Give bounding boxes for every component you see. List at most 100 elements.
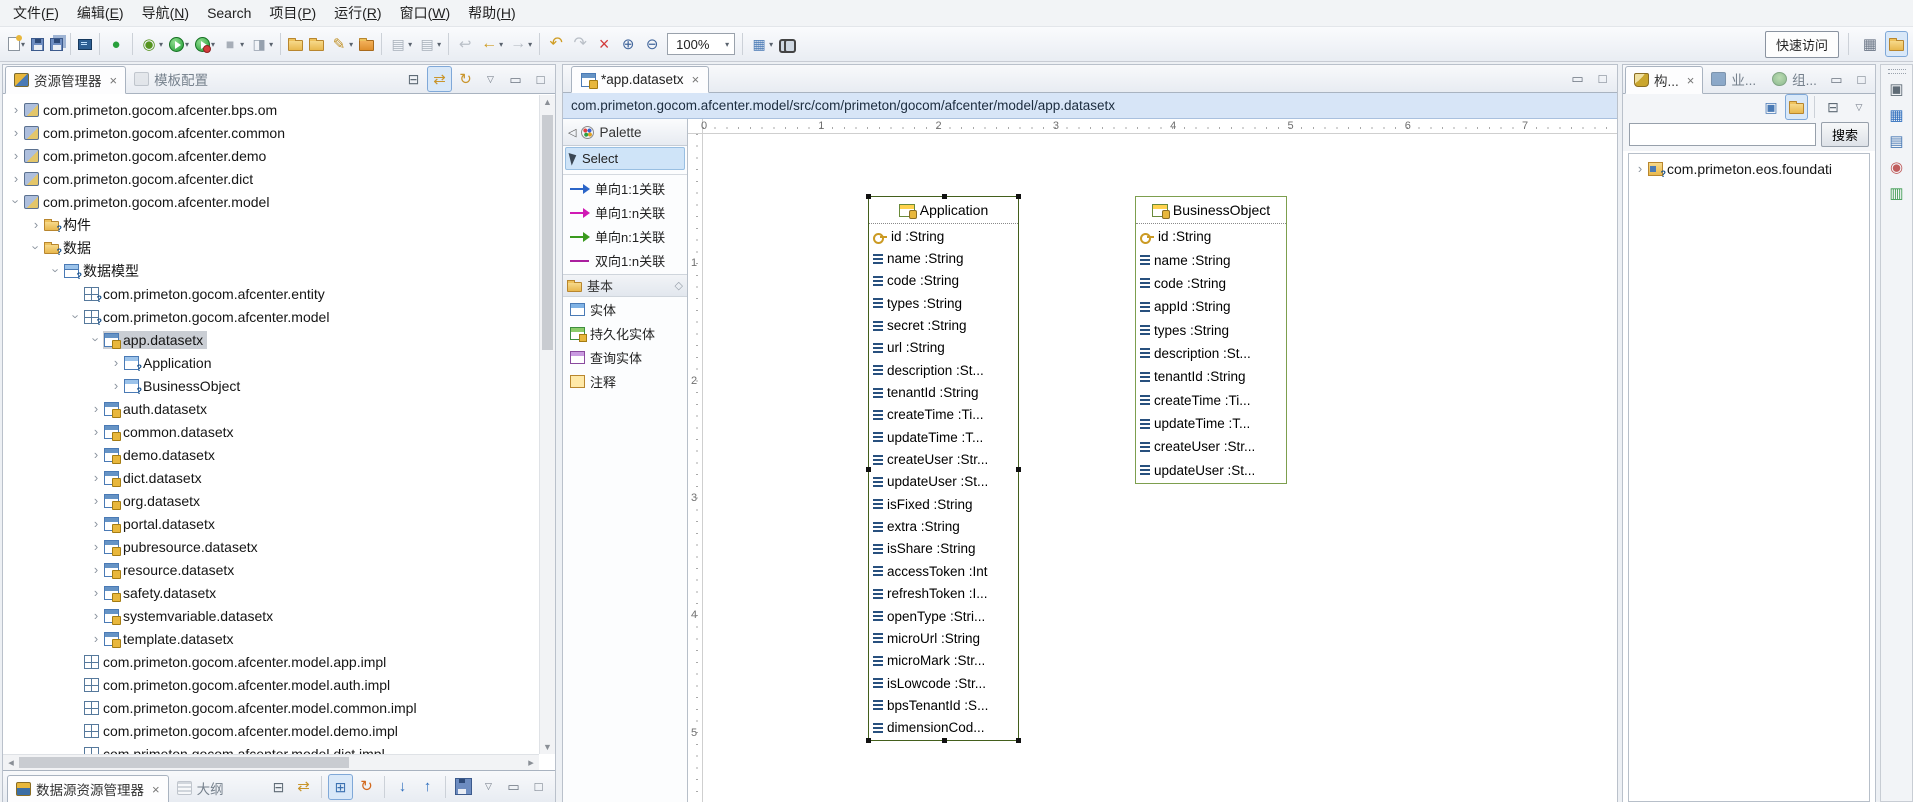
open-folder-icon[interactable] xyxy=(306,31,327,57)
debug-icon[interactable]: ◉▾ xyxy=(137,31,166,57)
menu-item[interactable]: 帮助(H) xyxy=(459,0,524,26)
resize-handle[interactable] xyxy=(942,738,947,743)
open-perspective-icon[interactable]: ▦ xyxy=(1858,31,1882,57)
expander-icon[interactable]: › xyxy=(90,333,103,347)
close-icon[interactable]: × xyxy=(152,782,160,797)
resize-handle[interactable] xyxy=(942,194,947,199)
expander-icon[interactable]: › xyxy=(9,126,23,139)
expander-icon[interactable]: › xyxy=(70,310,83,324)
expander-icon[interactable]: › xyxy=(89,402,103,415)
deploy-icon[interactable]: ✎▾ xyxy=(327,31,356,57)
prev-annotation-icon[interactable]: ▤▾ xyxy=(415,31,444,57)
expander-icon[interactable]: › xyxy=(109,356,123,369)
minimize-icon[interactable]: ▭ xyxy=(502,774,525,800)
entity-header[interactable]: Application xyxy=(869,197,1018,224)
entity-application[interactable]: Applicationid :Stringname :Stringcode :S… xyxy=(868,196,1019,741)
attribute-row[interactable]: name :String xyxy=(1136,248,1286,271)
undo-icon[interactable]: ↶ xyxy=(544,31,568,57)
expander-icon[interactable]: › xyxy=(89,517,103,530)
attribute-row[interactable]: extra :String xyxy=(869,515,1018,537)
expander-icon[interactable]: › xyxy=(89,586,103,599)
zoom-out-icon[interactable]: ⊖ xyxy=(640,31,664,57)
tree-item[interactable]: ›构件 xyxy=(3,213,539,236)
profile-icon[interactable]: ◨▾ xyxy=(247,31,276,57)
attribute-row[interactable]: code :String xyxy=(1136,272,1286,295)
tree-item[interactable]: ›portal.datasetx xyxy=(3,512,539,535)
palette-tool-persist[interactable]: 持久化实体 xyxy=(565,322,685,345)
expander-icon[interactable]: › xyxy=(89,609,103,622)
tree-item[interactable]: ›resource.datasetx xyxy=(3,558,539,581)
import-icon[interactable]: ↓ xyxy=(391,774,414,800)
tree-item[interactable]: ›dict.datasetx xyxy=(3,466,539,489)
tree-item[interactable]: com.primeton.gocom.afcenter.model.auth.i… xyxy=(3,673,539,696)
dropdown-arrow-icon[interactable]: ▾ xyxy=(725,40,729,49)
attribute-row[interactable]: accessToken :Int xyxy=(869,560,1018,582)
last-edit-location-icon[interactable]: ↩ xyxy=(453,31,477,57)
expander-icon[interactable]: › xyxy=(30,241,43,255)
search-button[interactable]: 搜索 xyxy=(1821,122,1869,147)
attribute-row[interactable]: updateTime :T... xyxy=(1136,412,1286,435)
attribute-row[interactable]: tenantId :String xyxy=(869,381,1018,403)
expander-icon[interactable]: › xyxy=(89,425,103,438)
dropdown-arrow-icon[interactable]: ▾ xyxy=(349,40,353,49)
attribute-row[interactable]: id :String xyxy=(869,225,1018,247)
delete-icon[interactable]: × xyxy=(592,31,616,57)
dropdown-arrow-icon[interactable]: ▾ xyxy=(528,40,532,49)
expander-icon[interactable]: › xyxy=(29,218,43,231)
attribute-row[interactable]: createTime :Ti... xyxy=(1136,389,1286,412)
new-icon[interactable]: ▾ xyxy=(5,31,28,57)
menu-item[interactable]: 导航(N) xyxy=(133,0,198,26)
dropdown-arrow-icon[interactable]: ▾ xyxy=(185,40,189,49)
attribute-row[interactable]: isShare :String xyxy=(869,538,1018,560)
run-icon[interactable]: ▾ xyxy=(166,31,192,57)
tree-item[interactable]: ›Application xyxy=(3,351,539,374)
scroll-left-icon[interactable]: ◂ xyxy=(3,756,19,769)
tree-item[interactable]: com.primeton.gocom.afcenter.entity xyxy=(3,282,539,305)
attribute-row[interactable]: dimensionCod... xyxy=(869,717,1018,739)
tree-item[interactable]: ›com.primeton.gocom.afcenter.dict xyxy=(3,167,539,190)
dropdown-arrow-icon[interactable]: ▾ xyxy=(269,40,273,49)
expander-icon[interactable]: › xyxy=(89,494,103,507)
collapse-all-icon[interactable]: ⊟ xyxy=(402,66,425,92)
back-icon[interactable]: ←▾ xyxy=(477,31,506,57)
view-tab[interactable]: 模板配置 xyxy=(126,65,216,93)
palette-tool-note[interactable]: 注释 xyxy=(565,370,685,393)
attribute-row[interactable]: code :String xyxy=(869,270,1018,292)
palette-tool-relation[interactable]: 单向1:n关联 xyxy=(565,201,685,224)
dropdown-arrow-icon[interactable]: ▾ xyxy=(211,40,215,49)
expander-icon[interactable]: › xyxy=(9,149,23,162)
tree-item[interactable]: ›com.primeton.gocom.afcenter.demo xyxy=(3,144,539,167)
scrollbar-thumb[interactable] xyxy=(19,757,349,768)
resize-handle[interactable] xyxy=(1016,194,1021,199)
search-input[interactable] xyxy=(1629,123,1816,146)
dropdown-arrow-icon[interactable]: ▾ xyxy=(499,40,503,49)
resize-handle[interactable] xyxy=(1016,738,1021,743)
palette-tool-relation[interactable]: 单向1:1关联 xyxy=(565,177,685,200)
dropdown-arrow-icon[interactable]: ▾ xyxy=(408,40,412,49)
tree-item[interactable]: ›demo.datasetx xyxy=(3,443,539,466)
tree-item[interactable]: ›com.primeton.gocom.afcenter.bps.om xyxy=(3,98,539,121)
attribute-row[interactable]: updateUser :St... xyxy=(869,471,1018,493)
expander-icon[interactable]: › xyxy=(89,632,103,645)
maximize-icon[interactable]: □ xyxy=(1591,66,1614,92)
scroll-up-icon[interactable]: ▲ xyxy=(540,95,555,109)
console-view-icon[interactable]: ▦ xyxy=(1885,104,1909,126)
attribute-row[interactable]: isLowcode :Str... xyxy=(869,672,1018,694)
load-folder-icon[interactable] xyxy=(356,31,377,57)
view-menu-icon[interactable]: ▽ xyxy=(1847,94,1871,120)
tree-item[interactable]: ›safety.datasetx xyxy=(3,581,539,604)
tree-item[interactable]: ›BusinessObject xyxy=(3,374,539,397)
attribute-row[interactable]: openType :Stri... xyxy=(869,605,1018,627)
quick-access-button[interactable]: 快速访问 xyxy=(1765,31,1839,58)
console-icon[interactable] xyxy=(75,31,95,57)
attribute-row[interactable]: id :String xyxy=(1136,225,1286,248)
menu-item[interactable]: 运行(R) xyxy=(325,0,390,26)
tree-item[interactable]: ›com.primeton.gocom.afcenter.model xyxy=(3,305,539,328)
tree-item[interactable]: ›com.primeton.gocom.afcenter.model xyxy=(3,190,539,213)
save-blue-icon[interactable] xyxy=(452,774,475,800)
tree-item[interactable]: ›template.datasetx xyxy=(3,627,539,650)
toggle-layout-icon[interactable]: ▦▾ xyxy=(747,31,776,57)
palette-tool-relation[interactable]: 双向1:n关联 xyxy=(565,249,685,272)
attribute-row[interactable]: microUrl :String xyxy=(869,627,1018,649)
palette-tool-select[interactable]: Select xyxy=(565,147,685,170)
